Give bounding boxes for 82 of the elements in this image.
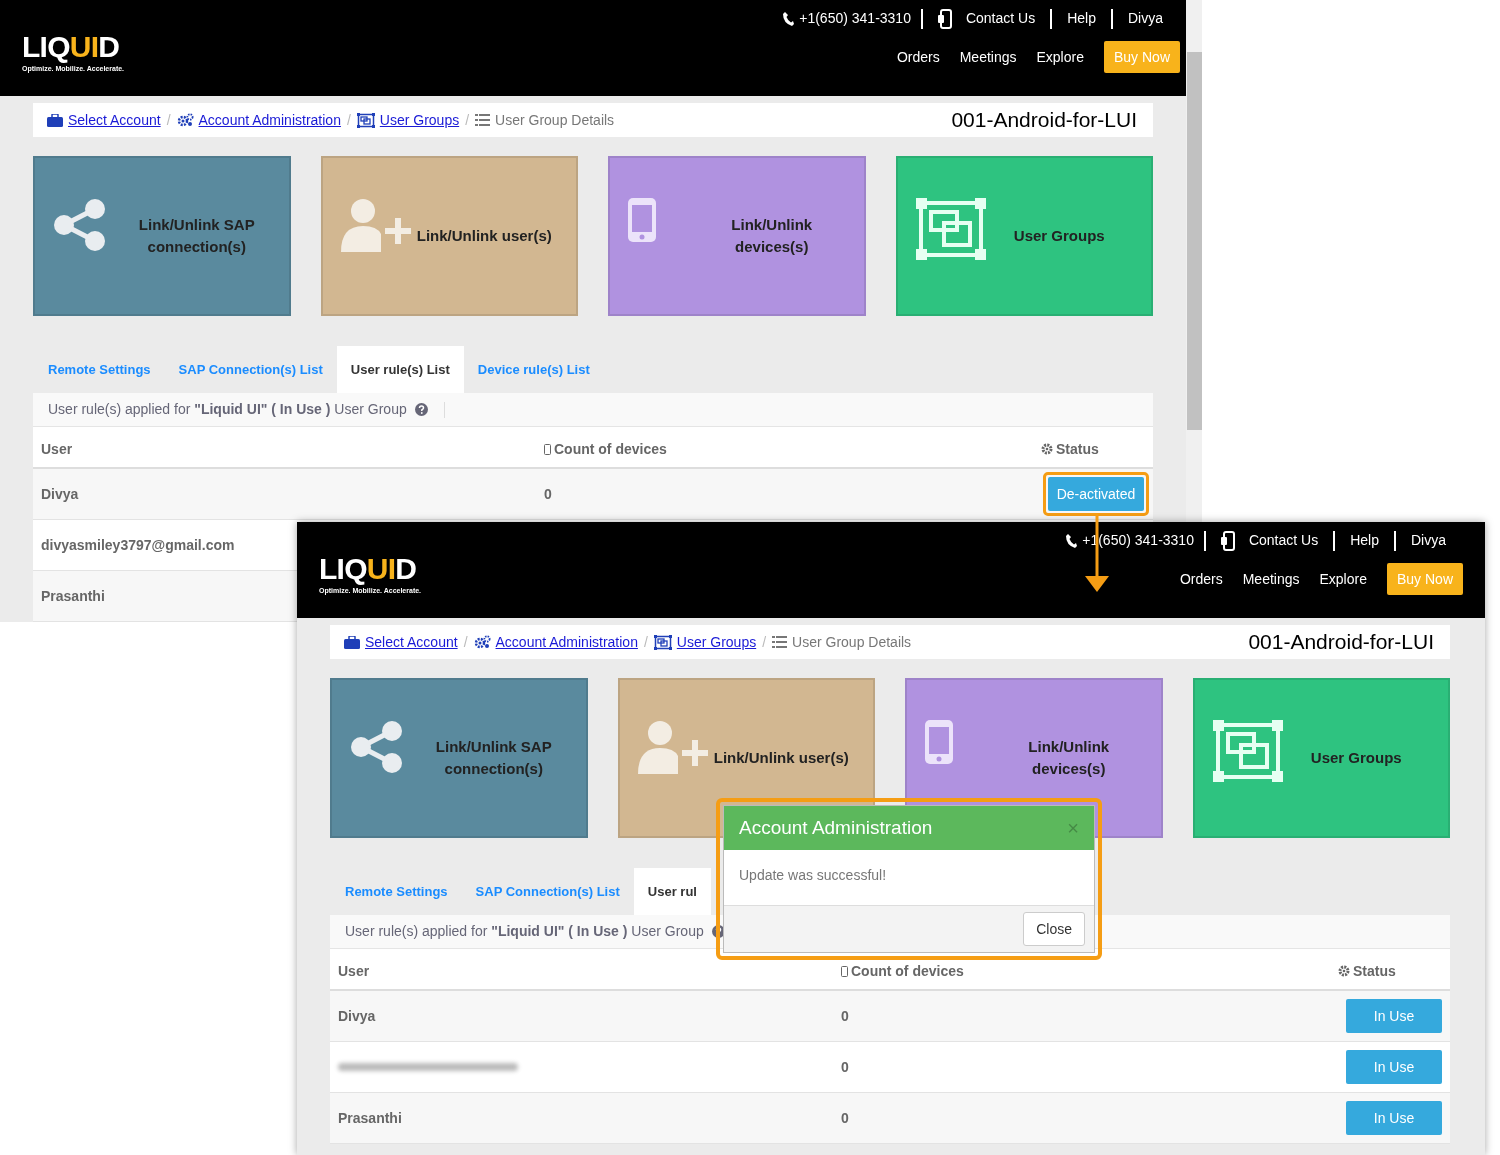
- tab[interactable]: User rul: [633, 868, 711, 915]
- header-link[interactable]: Help: [1052, 8, 1111, 29]
- frame-icon: [1212, 720, 1283, 782]
- breadcrumb-link[interactable]: User Groups: [676, 631, 757, 653]
- page-title: 001-Android-for-LUI: [951, 107, 1138, 134]
- action-tile[interactable]: Link/Unlink devices(s): [608, 156, 866, 316]
- action-tile[interactable]: Link/Unlink SAP connection(s): [330, 678, 588, 838]
- header-link[interactable]: Help: [1335, 530, 1394, 551]
- breadcrumb-link[interactable]: User Groups: [379, 109, 460, 131]
- mobile-icon: [841, 965, 848, 977]
- page-title: 001-Android-for-LUI: [1248, 629, 1435, 656]
- scrollbar[interactable]: [1186, 0, 1202, 522]
- list-icon: [772, 636, 788, 648]
- table-cell: Divya: [41, 485, 79, 502]
- action-tile[interactable]: Link/Unlink SAP connection(s): [33, 156, 291, 316]
- table-cell: Divya: [338, 1007, 376, 1024]
- mobile-icon: [544, 443, 551, 455]
- column-header: User: [41, 439, 73, 459]
- breadcrumb-separator: /: [463, 632, 468, 652]
- breadcrumb-separator: /: [346, 110, 351, 130]
- nav-link[interactable]: Orders: [1179, 568, 1223, 590]
- info-text: User rule(s) applied for "Liquid UI" ( In Use ) User Group: [345, 922, 704, 941]
- frame-icon: [356, 112, 375, 128]
- table-cell: 0: [841, 1109, 849, 1126]
- phone-icon: [1066, 533, 1078, 548]
- share-icon: [53, 198, 107, 252]
- briefcase-icon: [344, 635, 360, 649]
- column-header: User: [338, 961, 370, 981]
- breadcrumb-separator: /: [465, 110, 470, 130]
- share-icon: [350, 720, 404, 774]
- nav-link[interactable]: Explore: [1319, 568, 1367, 590]
- column-header: Status: [1056, 439, 1099, 459]
- gears-icon: [473, 635, 491, 649]
- header-link[interactable]: Divya: [1113, 8, 1178, 29]
- nav-link[interactable]: Meetings: [959, 46, 1017, 68]
- tab[interactable]: User rule(s) List: [336, 346, 464, 393]
- gears-icon: [176, 113, 194, 127]
- list-icon: [475, 114, 491, 126]
- nav-link[interactable]: Orders: [896, 46, 940, 68]
- nav-link[interactable]: Explore: [1036, 46, 1084, 68]
- action-tile[interactable]: Link/Unlink user(s): [320, 156, 578, 316]
- user-plus-icon: [340, 198, 411, 252]
- header-link[interactable]: Contact Us: [1205, 530, 1334, 551]
- action-tile[interactable]: User Groups: [1192, 678, 1450, 838]
- table-cell: 0: [841, 1058, 849, 1075]
- nav-link[interactable]: Meetings: [1242, 568, 1300, 590]
- briefcase-icon: [47, 113, 63, 127]
- breadcrumb-current: User Group Details: [792, 632, 912, 652]
- table-cell: 0: [841, 1007, 849, 1024]
- header-link[interactable]: Contact Us: [922, 8, 1051, 29]
- table-cell: Prasanthi: [41, 587, 105, 604]
- breadcrumb-link[interactable]: Select Account: [68, 109, 161, 131]
- breadcrumb-separator: /: [643, 632, 648, 652]
- mobile-icon: [925, 720, 953, 764]
- close-button[interactable]: Close: [1023, 912, 1085, 946]
- user-plus-icon: [637, 720, 708, 774]
- frame-icon: [653, 634, 672, 650]
- column-header: Status: [1353, 961, 1396, 981]
- info-text: User rule(s) applied for "Liquid UI" ( In Use ) User Group: [48, 400, 407, 419]
- table-cell: divyasmiley3797@gmail.com: [41, 536, 235, 553]
- breadcrumb-separator: /: [166, 110, 171, 130]
- phone-tablet-icon: [937, 8, 954, 29]
- breadcrumb-link[interactable]: Select Account: [365, 631, 458, 653]
- gear-icon: [1338, 965, 1350, 977]
- column-header: Count of devices: [851, 961, 964, 981]
- gear-icon: [1041, 443, 1053, 455]
- frame-icon: [915, 198, 986, 260]
- header-link[interactable]: Divya: [1396, 530, 1461, 551]
- breadcrumb-link[interactable]: Account Administration: [495, 631, 638, 653]
- breadcrumb-current: User Group Details: [495, 110, 615, 130]
- action-tile[interactable]: User Groups: [895, 156, 1153, 316]
- phone-icon: [783, 11, 795, 26]
- breadcrumb-link[interactable]: Account Administration: [198, 109, 341, 131]
- breadcrumb-separator: /: [762, 632, 767, 652]
- table-cell: Prasanthi: [338, 1109, 402, 1126]
- phone-number: +1(650) 341-3310: [799, 9, 912, 28]
- dialog-message: Update was successful!: [739, 867, 887, 883]
- table-cell: 0: [544, 485, 552, 502]
- mobile-icon: [628, 198, 656, 242]
- column-header: Count of devices: [554, 439, 667, 459]
- help-icon: [414, 403, 428, 416]
- phone-tablet-icon: [1220, 530, 1237, 551]
